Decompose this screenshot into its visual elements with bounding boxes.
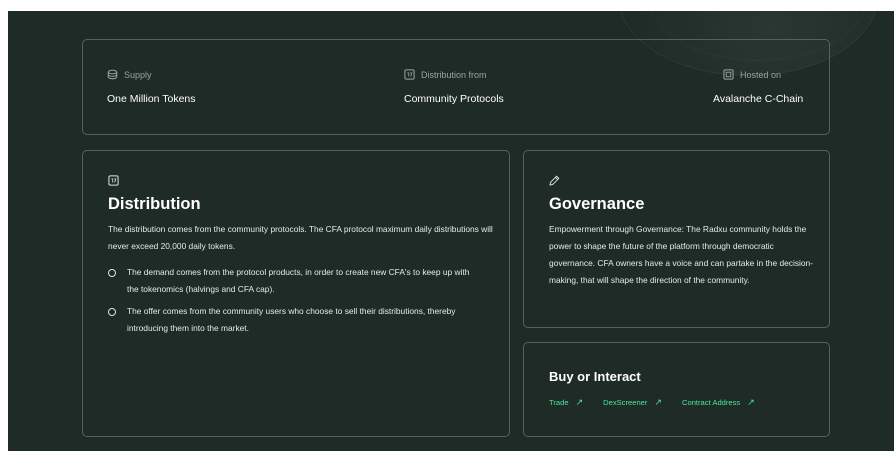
list-item: The demand comes from the protocol produ… [108,264,473,298]
list-item-text: The offer comes from the community users… [127,306,456,333]
distribution-intro: The distribution comes from the communit… [108,224,493,251]
link-label: Trade [549,398,569,407]
distribution-card: Distribution The distribution comes from… [82,150,510,437]
stat-value: One Million Tokens [107,93,196,105]
governance-card: Governance Empowerment through Governanc… [523,150,830,328]
buy-title: Buy or Interact [549,369,641,384]
stat-value: Avalanche C-Chain [713,93,804,105]
token-stats-card: Supply One Million Tokens Distribution f… [82,39,830,135]
arrow-up-right-icon: ↗ [747,397,755,407]
list-item: The offer comes from the community users… [108,303,486,337]
list-item-text: The demand comes from the protocol produ… [127,267,470,294]
arrow-up-right-icon: ↗ [654,397,662,407]
arrow-up-right-icon: ↗ [575,397,584,407]
distribution-title: Distribution [108,195,201,213]
governance-title: Governance [549,195,645,213]
contract-address-link[interactable]: Contract Address ↗ [681,397,755,408]
dexscreener-link[interactable]: DexScreener ↗ [603,397,662,408]
bullet-circle-icon [108,307,116,316]
calendar-icon [108,175,119,186]
bullet-circle-icon [108,268,116,277]
pencil-icon [549,175,560,186]
governance-text: Empowerment through Governance: The Radx… [549,224,813,285]
action-links: Trade ↗ DexScreener ↗ Contract Address ↗ [549,397,755,408]
stat-supply: Supply One Million Tokens [107,69,196,106]
link-label: DexScreener [603,398,648,407]
stat-label: Supply [124,69,152,80]
stat-value: Community Protocols [404,93,504,105]
database-icon [107,69,118,80]
trade-link[interactable]: Trade ↗ [549,397,584,408]
calendar-icon [404,69,415,80]
buy-interact-card: Buy or Interact Trade ↗ DexScreener ↗ Co… [523,342,830,437]
page-frame: Supply One Million Tokens Distribution f… [8,11,894,451]
stat-label: Hosted on [740,69,782,80]
square-icon [723,69,734,80]
link-label: Contract Address [681,398,741,407]
stat-distribution-from: Distribution from Community Protocols [404,69,504,105]
stat-hosted-on: Hosted on Avalanche C-Chain [713,69,803,105]
stat-label: Distribution from [421,69,487,80]
